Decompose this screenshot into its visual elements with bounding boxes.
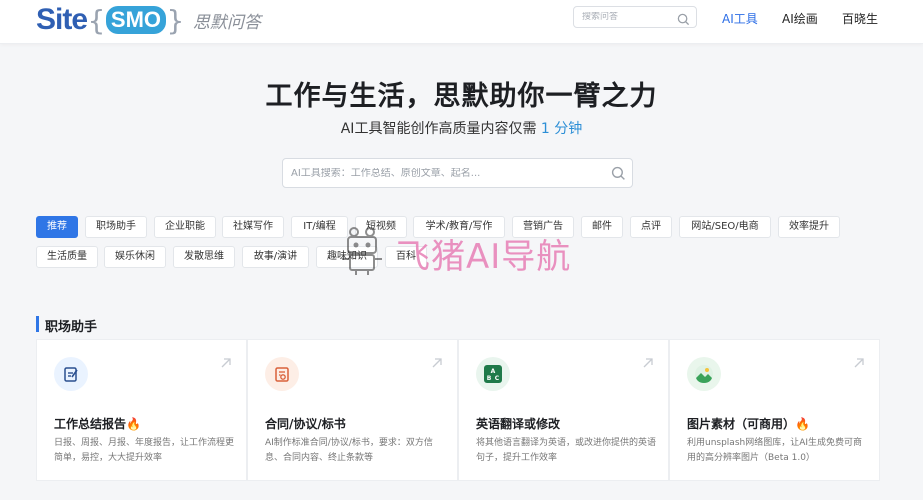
- tag-short-video[interactable]: 短视频: [355, 216, 407, 238]
- abc-translate-icon: ABC: [476, 357, 510, 391]
- tool-search-input[interactable]: [291, 167, 591, 179]
- header-search-input[interactable]: [582, 12, 672, 22]
- card-description: 日报、周报、月报、年度报告，让工作流程更简单，易控，大大提升效率: [54, 438, 235, 463]
- nav-ai-painting[interactable]: AI绘画: [782, 10, 818, 27]
- logo-brace-left: {: [88, 3, 105, 37]
- tool-card-contract[interactable]: 合同/协议/标书 AI制作标准合同/协议/标书，要求：双方信息、合同内容、终止条…: [247, 339, 458, 481]
- tag-efficiency[interactable]: 效率提升: [778, 216, 840, 238]
- tag-email[interactable]: 邮件: [581, 216, 623, 238]
- image-icon: [687, 357, 721, 391]
- card-title: 合同/协议/标书: [265, 417, 346, 431]
- fire-icon: 🔥: [126, 417, 141, 431]
- hero-subtitle: AI工具智能创作高质量内容仅需 1 分钟: [0, 118, 923, 138]
- logo-brace-right: }: [167, 3, 184, 37]
- tag-story-speech[interactable]: 故事/演讲: [242, 246, 309, 268]
- logo-smo-badge: SMO: [105, 6, 167, 34]
- tag-entertainment[interactable]: 娱乐休闲: [104, 246, 166, 268]
- top-header: Site { SMO } 思默问答 AI工具 AI绘画 百晓生: [0, 0, 923, 44]
- header-search: [573, 6, 697, 28]
- svg-text:B: B: [487, 375, 492, 382]
- logo-cn-name: 思默问答: [192, 12, 261, 33]
- tag-divergent[interactable]: 发散思维: [173, 246, 235, 268]
- tag-enterprise[interactable]: 企业职能: [154, 216, 216, 238]
- card-title: 英语翻译或修改: [476, 417, 561, 431]
- hero-subtitle-accent: 1 分钟: [540, 121, 583, 137]
- edit-doc-icon: [54, 357, 88, 391]
- tag-recommend[interactable]: 推荐: [36, 216, 78, 238]
- card-description: 将其他语言翻译为英语，或改进你提供的英语句子，提升工作效率: [476, 438, 657, 463]
- tool-card-image[interactable]: 图片素材（可商用）🔥 利用unsplash网络图库，让AI生成免费可商用的高分辨…: [669, 339, 880, 481]
- arrow-up-right-icon: [431, 354, 443, 373]
- tag-review[interactable]: 点评: [630, 216, 672, 238]
- card-title-text: 图片素材（可商用）: [687, 417, 796, 431]
- tag-academic[interactable]: 学术/教育/写作: [413, 216, 505, 238]
- tag-social-writing[interactable]: 社媒写作: [222, 216, 284, 238]
- tool-card-translate[interactable]: ABC 英语翻译或修改 将其他语言翻译为英语，或改进你提供的英语句子，提升工作效…: [458, 339, 669, 481]
- arrow-up-right-icon: [220, 354, 232, 373]
- tool-search: [282, 158, 633, 188]
- fire-icon: 🔥: [795, 417, 810, 431]
- card-description: AI制作标准合同/协议/标书，要求：双方信息、合同内容、终止条款等: [265, 438, 433, 463]
- arrow-up-right-icon: [853, 354, 865, 373]
- tag-encyclopedia[interactable]: 百科: [385, 246, 427, 268]
- hero-subtitle-text: AI工具智能创作高质量内容仅需: [340, 121, 537, 137]
- card-title: 工作总结报告🔥: [54, 415, 141, 432]
- tool-card-work-summary[interactable]: 工作总结报告🔥 日报、周报、月报、年度报告，让工作流程更简单，易控，大大提升效率: [36, 339, 247, 481]
- nav-ai-tools[interactable]: AI工具: [722, 10, 758, 27]
- arrow-up-right-icon: [642, 354, 654, 373]
- card-description: 利用unsplash网络图库，让AI生成免费可商用的高分辨率图片（Beta 1.…: [687, 438, 863, 463]
- site-logo[interactable]: Site { SMO } 思默问答: [36, 2, 261, 38]
- svg-text:A: A: [491, 368, 496, 375]
- tag-it-coding[interactable]: IT/编程: [291, 216, 348, 238]
- card-title: 图片素材（可商用）🔥: [687, 415, 810, 432]
- card-title-text: 工作总结报告: [54, 417, 127, 431]
- tag-website-seo[interactable]: 网站/SEO/电商: [679, 216, 771, 238]
- tag-marketing[interactable]: 营销广告: [512, 216, 574, 238]
- tag-fun-knowledge[interactable]: 趣味知识: [316, 246, 378, 268]
- hero-title: 工作与生活，思默助你一臂之力: [265, 81, 658, 112]
- nav-baixiaosheng[interactable]: 百晓生: [842, 10, 878, 27]
- logo-site-text: Site: [36, 3, 88, 36]
- search-icon[interactable]: [677, 11, 690, 30]
- contract-icon: [265, 357, 299, 391]
- svg-text:C: C: [495, 375, 500, 382]
- search-icon[interactable]: [611, 166, 626, 185]
- section-title: 职场助手: [45, 320, 98, 335]
- section-accent-bar: [36, 316, 39, 332]
- tag-life-quality[interactable]: 生活质量: [36, 246, 98, 268]
- tag-workplace[interactable]: 职场助手: [85, 216, 147, 238]
